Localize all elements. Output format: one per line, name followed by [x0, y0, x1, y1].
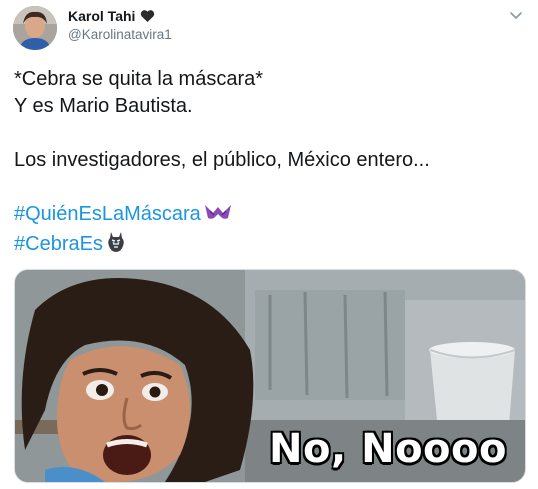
chevron-down-icon[interactable] — [508, 9, 524, 23]
tweet-line: Los investigadores, el público, México e… — [14, 149, 430, 171]
tweet-card: Karol Tahi @Karolinatavira1 *Cebra se qu… — [0, 0, 538, 489]
author-name-row: Karol Tahi — [68, 8, 155, 24]
hashtag-line: #CebraEs — [14, 231, 524, 261]
meme-caption: No, Noooo — [268, 425, 507, 473]
avatar[interactable] — [13, 6, 57, 50]
author-handle[interactable]: @Karolinatavira1 — [68, 27, 172, 42]
hashtag-link[interactable]: #QuiénEsLaMáscara — [14, 203, 201, 225]
tweet-text: *Cebra se quita la máscara* Y es Mario B… — [14, 66, 524, 261]
zebra-emoji — [106, 231, 126, 261]
hashtag-link[interactable]: #CebraEs — [14, 233, 103, 255]
author-display-name[interactable]: Karol Tahi — [68, 8, 135, 24]
hashtag-line: #QuiénEsLaMáscara — [14, 201, 524, 231]
black-heart-icon — [140, 9, 155, 23]
tweet-line: Y es Mario Bautista. — [14, 95, 193, 117]
purple-mask-emoji — [204, 203, 232, 231]
tweet-media-image[interactable]: No, Noooo — [14, 269, 526, 483]
tweet-line: *Cebra se quita la máscara* — [14, 68, 264, 90]
